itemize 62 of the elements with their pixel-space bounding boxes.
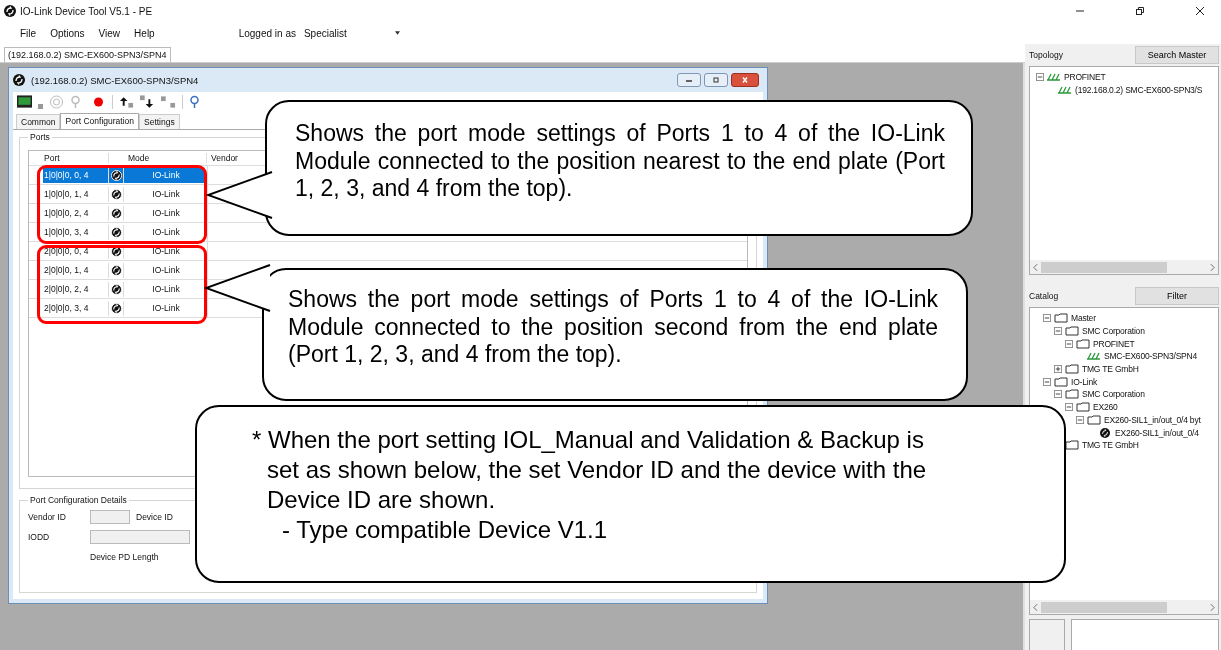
- document-tab[interactable]: (192.168.0.2) SMC-EX600-SPN3/SPN4: [4, 47, 171, 62]
- port-row[interactable]: 1|0|0|0, 2, 4 IO-Link: [43, 205, 204, 221]
- filter-button[interactable]: Filter: [1135, 287, 1219, 305]
- port-cell: 1|0|0|0, 2, 4: [43, 205, 109, 221]
- tab[interactable]: Common: [16, 114, 61, 129]
- menu-item[interactable]: Help: [134, 27, 155, 39]
- port-cell: 2|0|0|0, 2, 4: [43, 281, 109, 297]
- panel-title: Topology: [1029, 50, 1064, 60]
- group-title: Ports: [29, 132, 51, 142]
- window-title: IO-Link Device Tool V5.1 - PE: [20, 5, 153, 17]
- port-cell: 2|0|0|0, 3, 4: [43, 300, 109, 316]
- port-row[interactable]: 2|0|0|0, 1, 4 IO-Link: [43, 262, 204, 278]
- port-cell: 2|0|0|0, 1, 4: [43, 262, 109, 278]
- tree-item[interactable]: EX260-SIL1_in/out_0/4: [1115, 427, 1199, 438]
- mode-cell-text: IO-Link: [151, 264, 181, 277]
- login-label: Logged in as: [238, 27, 296, 39]
- mode-cell-text: IO-Link: [151, 245, 181, 258]
- port-cell: 1|0|0|0, 3, 4: [43, 224, 109, 240]
- mode-cell-text: IO-Link: [151, 207, 181, 220]
- field-label: Device PD Length: [90, 552, 159, 562]
- tab[interactable]: Settings: [139, 114, 180, 129]
- port-row[interactable]: 2|0|0|0, 3, 4 IO-Link: [43, 300, 204, 316]
- port-row[interactable]: 2|0|0|0, 0, 4 IO-Link: [43, 243, 204, 259]
- column-header: Mode: [124, 153, 207, 163]
- tab[interactable]: Port Configuration: [60, 113, 139, 129]
- callout-text: - Type compatible Device V1.1: [281, 515, 609, 545]
- tree-item[interactable]: TMG TE GmbH: [1082, 440, 1139, 451]
- tree-item[interactable]: Master: [1071, 313, 1096, 324]
- mode-cell-text: IO-Link: [151, 283, 181, 296]
- device-window-title: (192.168.0.2) SMC-EX600-SPN3/SPN4: [31, 74, 199, 86]
- tree-item[interactable]: TMG TE GmbH: [1082, 364, 1139, 375]
- port-row[interactable]: 1|0|0|0, 3, 4 IO-Link: [43, 224, 204, 240]
- panel-title: Catalog: [1029, 291, 1059, 301]
- mode-cell-text: IO-Link: [151, 169, 181, 182]
- tree-item[interactable]: EX260-SIL1_in/out_0/4 byt: [1104, 414, 1201, 425]
- field-label: Device ID: [136, 512, 173, 522]
- tree-item[interactable]: IO-Link: [1071, 376, 1097, 387]
- tree-item[interactable]: SMC Corporation: [1082, 326, 1145, 337]
- tree-item[interactable]: (192.168.0.2) SMC-EX600-SPN3/S: [1075, 85, 1203, 96]
- menu-item[interactable]: View: [98, 27, 121, 39]
- tree-item[interactable]: PROFINET: [1093, 338, 1135, 349]
- search-master-button[interactable]: Search Master: [1135, 46, 1219, 64]
- port-cell: 1|0|0|0, 1, 4: [43, 186, 109, 202]
- column-header: Port: [29, 153, 109, 163]
- field-label: IODD: [28, 532, 51, 542]
- mode-cell-text: IO-Link: [151, 226, 181, 239]
- group-title: Port Configuration Details: [29, 495, 128, 505]
- port-row[interactable]: 2|0|0|0, 2, 4 IO-Link: [43, 281, 204, 297]
- tree-item[interactable]: EX260: [1093, 402, 1118, 413]
- tree-item[interactable]: SMC-EX600-SPN3/SPN4: [1104, 351, 1198, 362]
- port-cell: 1|0|0|0, 0, 4: [43, 167, 109, 183]
- callout-text: Shows the port mode settings of Ports 1 to 4 of the IO-Link Module connected to the position second from the end plate (Port 1, 2, 3, and 4 from the top).: [288, 286, 938, 369]
- tree-item[interactable]: PROFINET: [1064, 72, 1106, 83]
- mode-cell-text: IO-Link: [151, 188, 181, 201]
- menu-item[interactable]: Options: [50, 27, 85, 39]
- tree-item[interactable]: SMC Corporation: [1082, 389, 1145, 400]
- menu-item[interactable]: File: [20, 27, 37, 39]
- mode-cell-text: IO-Link: [151, 302, 181, 315]
- port-cell: 2|0|0|0, 0, 4: [43, 243, 109, 259]
- port-row[interactable]: 1|0|0|0, 1, 4 IO-Link: [43, 186, 204, 202]
- field-label: Vendor ID: [28, 512, 67, 522]
- callout-text: * When the port setting IOL_Manual and Validation & Backup is set as shown below, the set Vendor ID and the device with the Device ID are shown.: [252, 425, 928, 515]
